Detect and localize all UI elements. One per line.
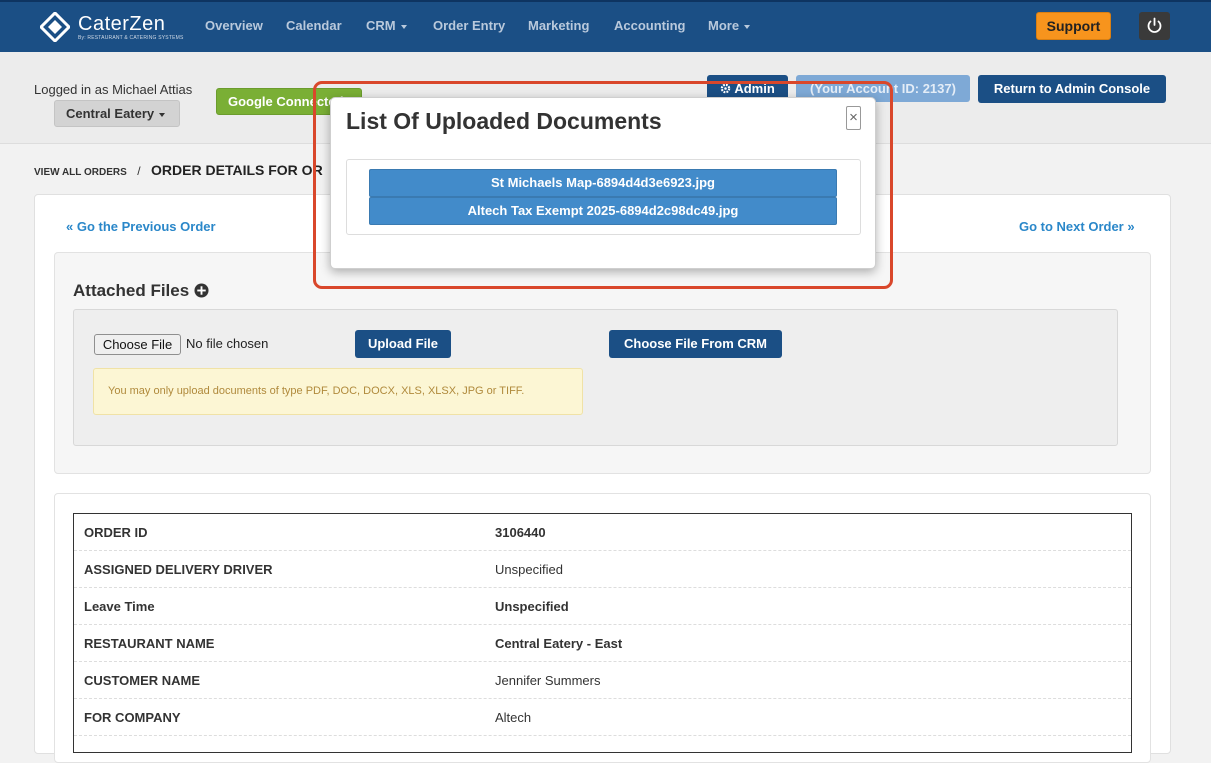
table-row: RESTAURANT NAME Central Eatery - East bbox=[74, 625, 1131, 662]
brand-name: CaterZen bbox=[78, 13, 166, 35]
nav-more[interactable]: More bbox=[708, 18, 751, 33]
row-value: Altech bbox=[495, 710, 532, 725]
row-label: ORDER ID bbox=[84, 525, 148, 540]
row-value: 3106440 bbox=[495, 525, 546, 540]
restaurant-dropdown[interactable]: Central Eatery bbox=[54, 100, 180, 127]
row-value: Central Eatery - East bbox=[495, 636, 623, 651]
upload-file-button[interactable]: Upload File bbox=[355, 330, 451, 358]
return-admin-console-button[interactable]: Return to Admin Console bbox=[978, 75, 1166, 103]
page-title: ORDER DETAILS FOR OR bbox=[151, 162, 323, 178]
logged-in-text: Logged in as Michael Attias bbox=[34, 82, 193, 97]
top-navbar: CaterZen By: RESTAURANT & CATERING SYSTE… bbox=[0, 0, 1211, 52]
nav-marketing[interactable]: Marketing bbox=[528, 18, 589, 33]
previous-order-link[interactable]: « Go the Previous Order bbox=[66, 219, 216, 234]
table-row: CUSTOMER NAME Jennifer Summers bbox=[74, 662, 1131, 699]
logout-button[interactable] bbox=[1139, 12, 1170, 40]
nav-order-entry[interactable]: Order Entry bbox=[433, 18, 505, 33]
restaurant-selected: Central Eatery bbox=[66, 106, 155, 121]
order-info-table: ORDER ID 3106440 ASSIGNED DELIVERY DRIVE… bbox=[73, 513, 1132, 753]
row-label: Leave Time bbox=[84, 599, 155, 614]
attached-files-title: Attached Files bbox=[73, 281, 190, 300]
caret-down-icon bbox=[400, 24, 407, 29]
caret-down-icon bbox=[159, 112, 166, 117]
nav-more-label: More bbox=[708, 18, 740, 33]
highlight-box bbox=[313, 81, 893, 289]
file-type-notice: You may only upload documents of type PD… bbox=[93, 368, 583, 415]
support-button[interactable]: Support bbox=[1036, 12, 1111, 40]
choose-file-button[interactable]: Choose File bbox=[94, 334, 181, 355]
nav-crm-label: CRM bbox=[366, 18, 396, 33]
row-label: ASSIGNED DELIVERY DRIVER bbox=[84, 562, 273, 577]
table-row: ORDER ID 3106440 bbox=[74, 514, 1131, 551]
breadcrumb-separator: / bbox=[137, 164, 141, 178]
row-label: RESTAURANT NAME bbox=[84, 636, 215, 651]
table-row: FOR COMPANY Altech bbox=[74, 699, 1131, 736]
table-row: Leave Time Unspecified bbox=[74, 588, 1131, 625]
row-label: CUSTOMER NAME bbox=[84, 673, 201, 688]
caret-down-icon bbox=[744, 24, 751, 29]
plus-circle-icon[interactable] bbox=[194, 283, 209, 298]
power-icon bbox=[1147, 17, 1162, 33]
caterzen-logo[interactable]: CaterZen By: RESTAURANT & CATERING SYSTE… bbox=[40, 12, 183, 46]
row-value: Jennifer Summers bbox=[495, 673, 601, 688]
table-row: ASSIGNED DELIVERY DRIVER Unspecified bbox=[74, 551, 1131, 588]
breadcrumb-view-all-orders[interactable]: VIEW ALL ORDERS bbox=[34, 167, 127, 178]
nav-crm[interactable]: CRM bbox=[366, 18, 407, 33]
choose-file-from-crm-button[interactable]: Choose File From CRM bbox=[609, 330, 782, 358]
row-value: Unspecified bbox=[495, 599, 569, 614]
breadcrumb: VIEW ALL ORDERS / ORDER DETAILS FOR OR bbox=[34, 162, 323, 180]
row-value: Unspecified bbox=[495, 562, 563, 577]
row-label: FOR COMPANY bbox=[84, 710, 181, 725]
caterzen-logo-icon bbox=[40, 12, 70, 42]
file-status-text: No file chosen bbox=[186, 336, 269, 351]
next-order-link[interactable]: Go to Next Order » bbox=[1019, 219, 1135, 234]
nav-accounting[interactable]: Accounting bbox=[614, 18, 686, 33]
brand-tagline: By: RESTAURANT & CATERING SYSTEMS bbox=[78, 35, 184, 41]
nav-calendar[interactable]: Calendar bbox=[286, 18, 342, 33]
nav-overview[interactable]: Overview bbox=[205, 18, 263, 33]
